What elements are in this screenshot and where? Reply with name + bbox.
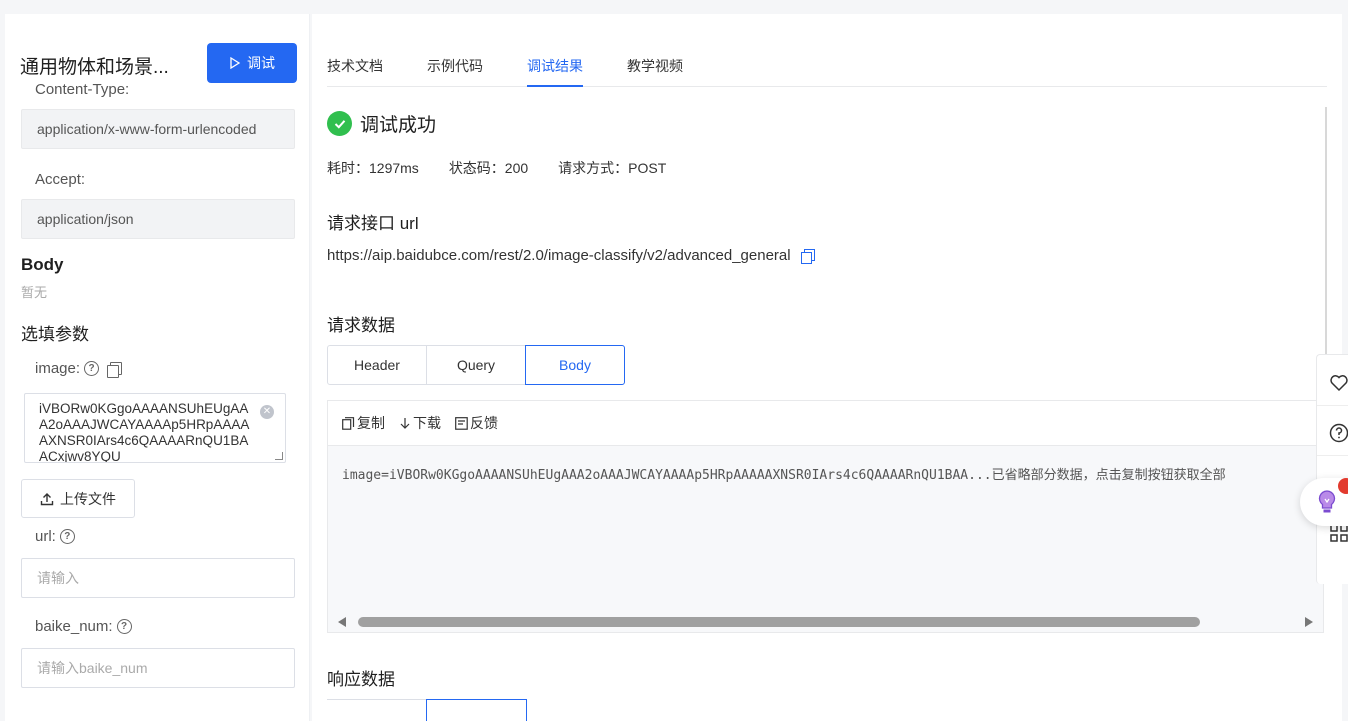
resize-handle[interactable] <box>275 452 283 460</box>
feedback-button[interactable]: 反馈 <box>455 413 498 433</box>
image-value: iVBORw0KGgoAAAANSUhEUgAAA2oAAAJWCAYAAAAp… <box>39 401 250 463</box>
status-row: 调试成功 <box>327 110 436 137</box>
url-label: url: <box>35 528 56 545</box>
elapsed-time: 耗时：1297ms <box>327 160 419 176</box>
tab-bar: 技术文档 示例代码 调试结果 教学视频 <box>327 14 1327 87</box>
clear-icon[interactable]: ✕ <box>260 405 274 419</box>
horizontal-scrollbar[interactable] <box>328 612 1323 632</box>
request-data-heading: 请求数据 <box>327 316 395 335</box>
question-icon[interactable] <box>1329 423 1348 443</box>
segment-header[interactable]: Header <box>327 345 427 385</box>
upload-icon <box>40 492 54 505</box>
notification-badge <box>1338 478 1348 494</box>
image-label-row: image: ? <box>35 360 123 378</box>
left-panel: 通用物体和场景... 调试 Content-Type: application/… <box>5 14 310 721</box>
request-body-code: image=iVBORw0KGgoAAAANSUhEUgAAA2oAAAJWCA… <box>342 468 1226 483</box>
tab-tech-docs[interactable]: 技术文档 <box>327 56 383 87</box>
copy-icon <box>342 416 355 430</box>
api-title: 通用物体和场景... <box>20 57 169 78</box>
request-method: 请求方式：POST <box>558 160 667 176</box>
check-circle-icon <box>327 111 352 136</box>
upload-file-button[interactable]: 上传文件 <box>21 479 135 518</box>
arrow-down-icon <box>400 417 410 429</box>
baike-label-row: baike_num: ? <box>35 618 132 635</box>
response-segment <box>327 699 527 721</box>
accept-label: Accept: <box>35 171 86 188</box>
title-row: 通用物体和场景... 调试 <box>20 42 310 86</box>
separator <box>1317 405 1348 406</box>
optional-params-heading: 选填参数 <box>21 325 89 344</box>
tab-debug-result[interactable]: 调试结果 <box>527 56 583 87</box>
help-icon[interactable]: ? <box>59 529 75 544</box>
feedback-icon <box>455 416 468 430</box>
debug-button-label: 调试 <box>247 55 275 71</box>
floating-toolbar <box>1316 354 1348 584</box>
copy-label: 复制 <box>357 415 385 431</box>
request-segment: Header Query Body <box>327 345 625 385</box>
scroll-right-icon[interactable] <box>1305 617 1313 627</box>
vertical-scrollbar[interactable] <box>1325 107 1327 357</box>
copy-icon[interactable] <box>107 361 123 378</box>
lightbulb-icon <box>1318 490 1336 513</box>
url-row: https://aip.baidubce.com/rest/2.0/image-… <box>327 247 815 264</box>
segment-body[interactable]: Body <box>525 345 625 385</box>
main-panel: 技术文档 示例代码 调试结果 教学视频 调试成功 耗时：1297ms 状态码：2… <box>312 14 1342 721</box>
accept-field: application/json <box>21 199 295 239</box>
content-type-label: Content-Type: <box>35 81 130 98</box>
play-icon <box>230 57 241 69</box>
code-box: 复制 下载 反馈 image=iVBORw0KGgoAAAANSUhEUgAAA… <box>327 400 1324 633</box>
status-code: 状态码：200 <box>448 160 529 176</box>
url-heading: 请求接口 url <box>327 214 419 233</box>
status-text: 调试成功 <box>360 115 437 136</box>
tab-tutorial-video[interactable]: 教学视频 <box>627 56 683 87</box>
scroll-left-icon[interactable] <box>338 617 346 627</box>
image-textarea[interactable]: iVBORw0KGgoAAAANSUhEUgAAA2oAAAJWCAYAAAAp… <box>24 393 286 463</box>
meta-row: 耗时：1297ms 状态码：200 请求方式：POST <box>327 158 666 178</box>
baike-num-label: baike_num: <box>35 618 113 635</box>
download-button[interactable]: 下载 <box>399 413 441 433</box>
grid-icon[interactable] <box>1329 523 1348 543</box>
body-heading: Body <box>21 255 64 274</box>
tab-sample-code[interactable]: 示例代码 <box>427 56 483 87</box>
response-segment-active[interactable] <box>426 699 527 721</box>
response-data-heading: 响应数据 <box>327 670 395 689</box>
separator <box>1317 455 1348 456</box>
feedback-label: 反馈 <box>470 415 498 431</box>
url-input[interactable]: 请输入 <box>21 558 295 598</box>
url-label-row: url: ? <box>35 528 75 545</box>
baike-num-input[interactable]: 请输入baike_num <box>21 648 295 688</box>
body-empty-text: 暂无 <box>21 285 48 300</box>
content-type-field: application/x-www-form-urlencoded <box>21 109 295 149</box>
help-icon[interactable]: ? <box>116 619 132 634</box>
copy-button[interactable]: 复制 <box>342 413 385 433</box>
image-label: image: <box>35 360 81 377</box>
help-icon[interactable]: ? <box>84 361 100 376</box>
segment-query[interactable]: Query <box>426 345 526 385</box>
upload-file-label: 上传文件 <box>60 490 116 507</box>
code-toolbar: 复制 下载 反馈 <box>328 401 1323 446</box>
scrollbar-thumb[interactable] <box>358 617 1200 627</box>
copy-icon[interactable] <box>800 249 815 264</box>
request-url: https://aip.baidubce.com/rest/2.0/image-… <box>327 247 791 264</box>
debug-button[interactable]: 调试 <box>207 43 297 83</box>
heart-icon[interactable] <box>1329 373 1348 393</box>
download-label: 下载 <box>413 415 441 431</box>
